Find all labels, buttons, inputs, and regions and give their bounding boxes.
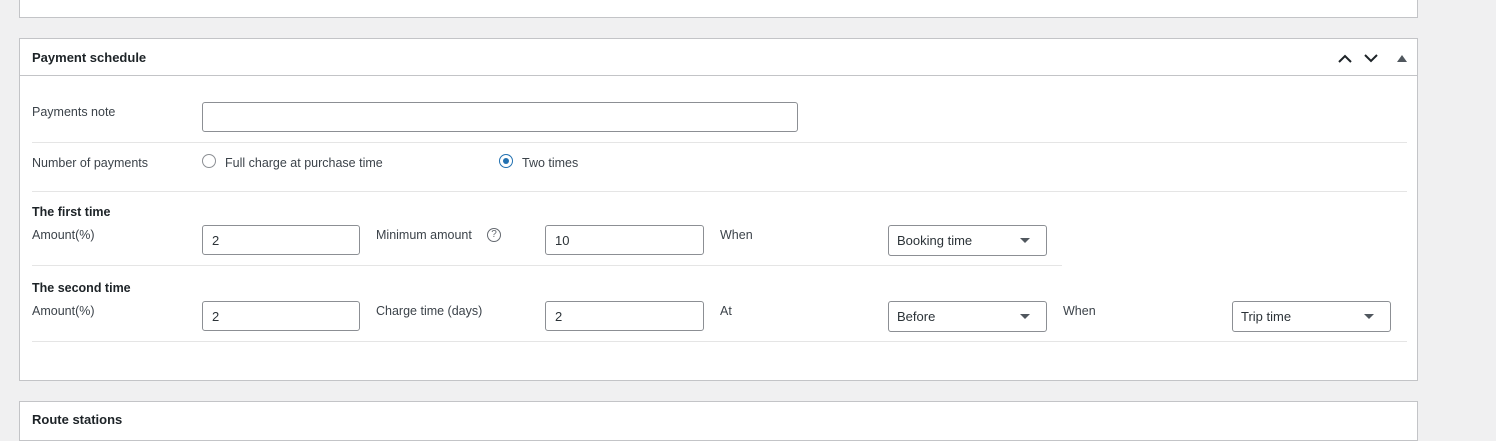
panel-title: Route stations	[32, 412, 123, 427]
chevron-up-icon[interactable]	[1335, 48, 1355, 68]
triangle-up-icon[interactable]	[1392, 48, 1412, 68]
two-times-label: Two times	[522, 156, 579, 170]
second-time-heading: The second time	[32, 281, 131, 295]
second-amount-label: Amount(%)	[32, 304, 95, 318]
second-amount-input[interactable]	[202, 301, 360, 331]
panel-title: Payment schedule	[32, 50, 147, 65]
divider	[32, 341, 1407, 342]
panel-header: Payment schedule	[20, 39, 1417, 76]
second-when-select[interactable]: Trip time	[1232, 301, 1391, 332]
dropdown-arrow-icon	[1020, 314, 1030, 319]
charge-time-label: Charge time (days)	[376, 304, 483, 318]
first-time-heading: The first time	[32, 205, 111, 219]
second-when-label: When	[1063, 304, 1096, 318]
route-stations-panel: Route stations	[19, 401, 1418, 441]
chevron-down-icon[interactable]	[1361, 48, 1381, 68]
full-charge-label: Full charge at purchase time	[225, 156, 383, 170]
divider	[32, 191, 1407, 192]
at-value: Before	[897, 309, 936, 324]
payments-note-label: Payments note	[32, 105, 116, 119]
full-charge-radio[interactable]	[202, 154, 216, 168]
payments-note-input[interactable]	[202, 102, 798, 132]
previous-panel	[19, 0, 1418, 18]
help-icon[interactable]: ?	[487, 228, 501, 242]
first-amount-label: Amount(%)	[32, 228, 95, 242]
minimum-amount-label: Minimum amount	[376, 228, 472, 242]
two-times-radio[interactable]	[499, 154, 513, 168]
charge-time-input[interactable]	[545, 301, 704, 331]
minimum-amount-input[interactable]	[545, 225, 704, 255]
first-amount-input[interactable]	[202, 225, 360, 255]
first-when-label: When	[720, 228, 753, 242]
divider	[32, 265, 1062, 266]
second-when-value: Trip time	[1241, 309, 1292, 324]
payment-schedule-panel: Payment schedule Payments note Number of…	[19, 38, 1418, 381]
divider	[32, 142, 1407, 143]
first-when-select[interactable]: Booking time	[888, 225, 1047, 256]
number-of-payments-label: Number of payments	[32, 156, 149, 170]
at-label: At	[720, 304, 732, 318]
first-when-value: Booking time	[897, 233, 973, 248]
dropdown-arrow-icon	[1020, 238, 1030, 243]
at-select[interactable]: Before	[888, 301, 1047, 332]
dropdown-arrow-icon	[1364, 314, 1374, 319]
